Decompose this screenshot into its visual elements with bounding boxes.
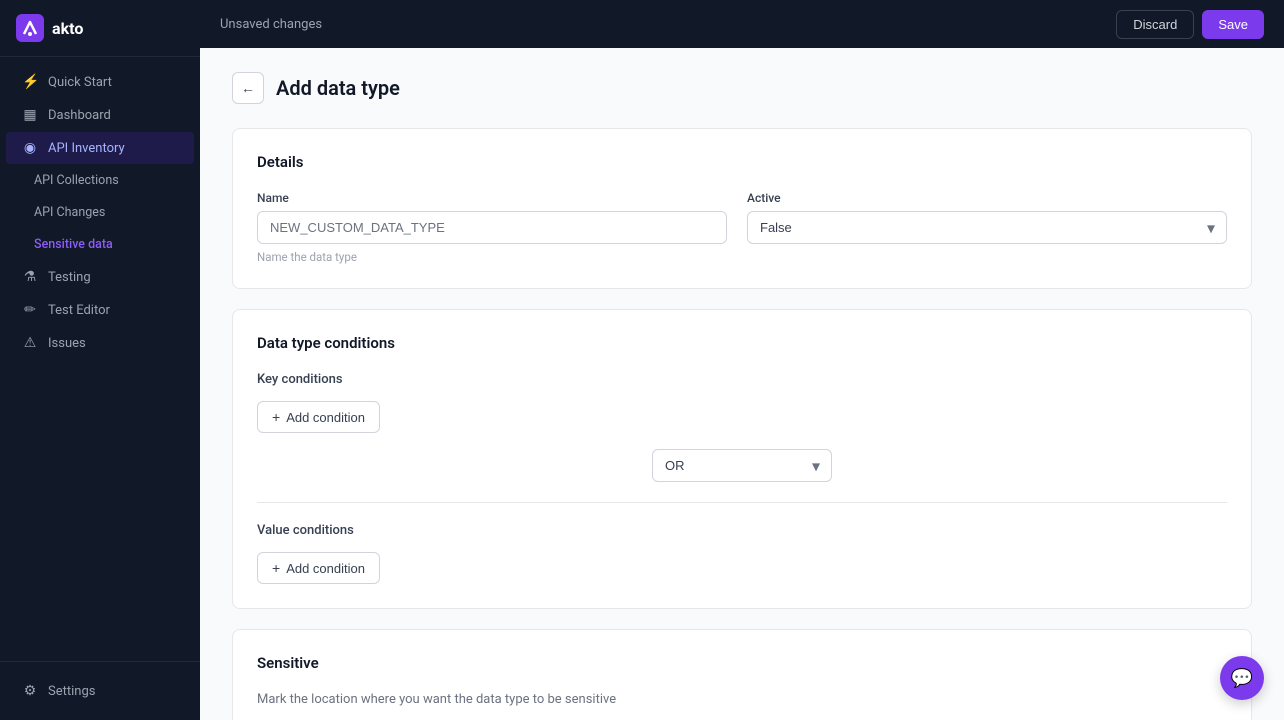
sidebar: akto ⚡ Quick Start ▦ Dashboard ◉ API Inv… — [0, 0, 200, 720]
back-icon: ← — [241, 80, 255, 96]
content-area: ← Add data type Details Name Name the da… — [200, 48, 1284, 720]
main-area: Unsaved changes Discard Save ← Add data … — [200, 0, 1284, 720]
sidebar-nav: ⚡ Quick Start ▦ Dashboard ◉ API Inventor… — [0, 57, 200, 661]
add-key-condition-icon: + — [272, 409, 280, 425]
value-conditions-label: Value conditions — [257, 523, 1227, 538]
details-form-row: Name Name the data type Active False Tru… — [257, 191, 1227, 264]
page-header: ← Add data type — [232, 72, 1252, 104]
or-select-wrapper: OR AND — [652, 449, 832, 482]
sidebar-item-testing[interactable]: ⚗ Testing — [6, 261, 194, 293]
name-form-group: Name Name the data type — [257, 191, 727, 264]
sidebar-item-api-inventory[interactable]: ◉ API Inventory — [6, 132, 194, 164]
add-value-condition-icon: + — [272, 560, 280, 576]
api-inventory-icon: ◉ — [22, 140, 38, 156]
details-card-title: Details — [257, 153, 1227, 171]
active-label: Active — [747, 191, 1227, 205]
back-button[interactable]: ← — [232, 72, 264, 104]
sensitive-card-title: Sensitive — [257, 654, 1227, 672]
page-title: Add data type — [276, 76, 400, 100]
sidebar-item-api-changes[interactable]: API Changes — [6, 197, 194, 228]
or-row: OR AND — [257, 449, 1227, 482]
topbar-actions: Discard Save — [1116, 10, 1264, 39]
dashboard-icon: ▦ — [22, 107, 38, 123]
sidebar-item-issues[interactable]: ⚠ Issues — [6, 327, 194, 359]
logo-text: akto — [52, 19, 83, 38]
settings-icon: ⚙ — [22, 683, 38, 699]
sidebar-item-quick-start[interactable]: ⚡ Quick Start — [6, 66, 194, 98]
unsaved-changes-label: Unsaved changes — [220, 17, 322, 32]
active-select[interactable]: False True — [747, 211, 1227, 244]
test-editor-icon: ✏ — [22, 302, 38, 318]
name-label: Name — [257, 191, 727, 205]
sidebar-bottom: ⚙ Settings — [0, 661, 200, 720]
conditions-card-title: Data type conditions — [257, 334, 1227, 352]
discard-button[interactable]: Discard — [1116, 10, 1194, 39]
conditions-divider — [257, 502, 1227, 503]
sensitive-card: Sensitive Mark the location where you wa… — [232, 629, 1252, 720]
akto-logo-icon — [16, 14, 44, 42]
sensitive-description: Mark the location where you want the dat… — [257, 692, 1227, 707]
or-select[interactable]: OR AND — [652, 449, 832, 482]
name-input[interactable] — [257, 211, 727, 244]
name-hint: Name the data type — [257, 250, 727, 264]
chat-bubble-button[interactable]: 💬 — [1220, 656, 1264, 700]
issues-icon: ⚠ — [22, 335, 38, 351]
details-card: Details Name Name the data type Active F… — [232, 128, 1252, 289]
conditions-card: Data type conditions Key conditions + Ad… — [232, 309, 1252, 609]
key-conditions-label: Key conditions — [257, 372, 1227, 387]
testing-icon: ⚗ — [22, 269, 38, 285]
logo-area: akto — [0, 0, 200, 57]
save-button[interactable]: Save — [1202, 10, 1264, 39]
active-select-wrapper: False True — [747, 211, 1227, 244]
sidebar-item-dashboard[interactable]: ▦ Dashboard — [6, 99, 194, 131]
sidebar-item-test-editor[interactable]: ✏ Test Editor — [6, 294, 194, 326]
sidebar-item-sensitive-data[interactable]: Sensitive data — [6, 229, 194, 260]
sidebar-item-api-collections[interactable]: API Collections — [6, 165, 194, 196]
add-value-condition-button[interactable]: + Add condition — [257, 552, 380, 584]
add-key-condition-button[interactable]: + Add condition — [257, 401, 380, 433]
chat-icon: 💬 — [1231, 668, 1253, 689]
active-form-group: Active False True — [747, 191, 1227, 244]
sidebar-item-settings[interactable]: ⚙ Settings — [6, 675, 194, 707]
topbar: Unsaved changes Discard Save — [200, 0, 1284, 48]
quick-start-icon: ⚡ — [22, 74, 38, 90]
